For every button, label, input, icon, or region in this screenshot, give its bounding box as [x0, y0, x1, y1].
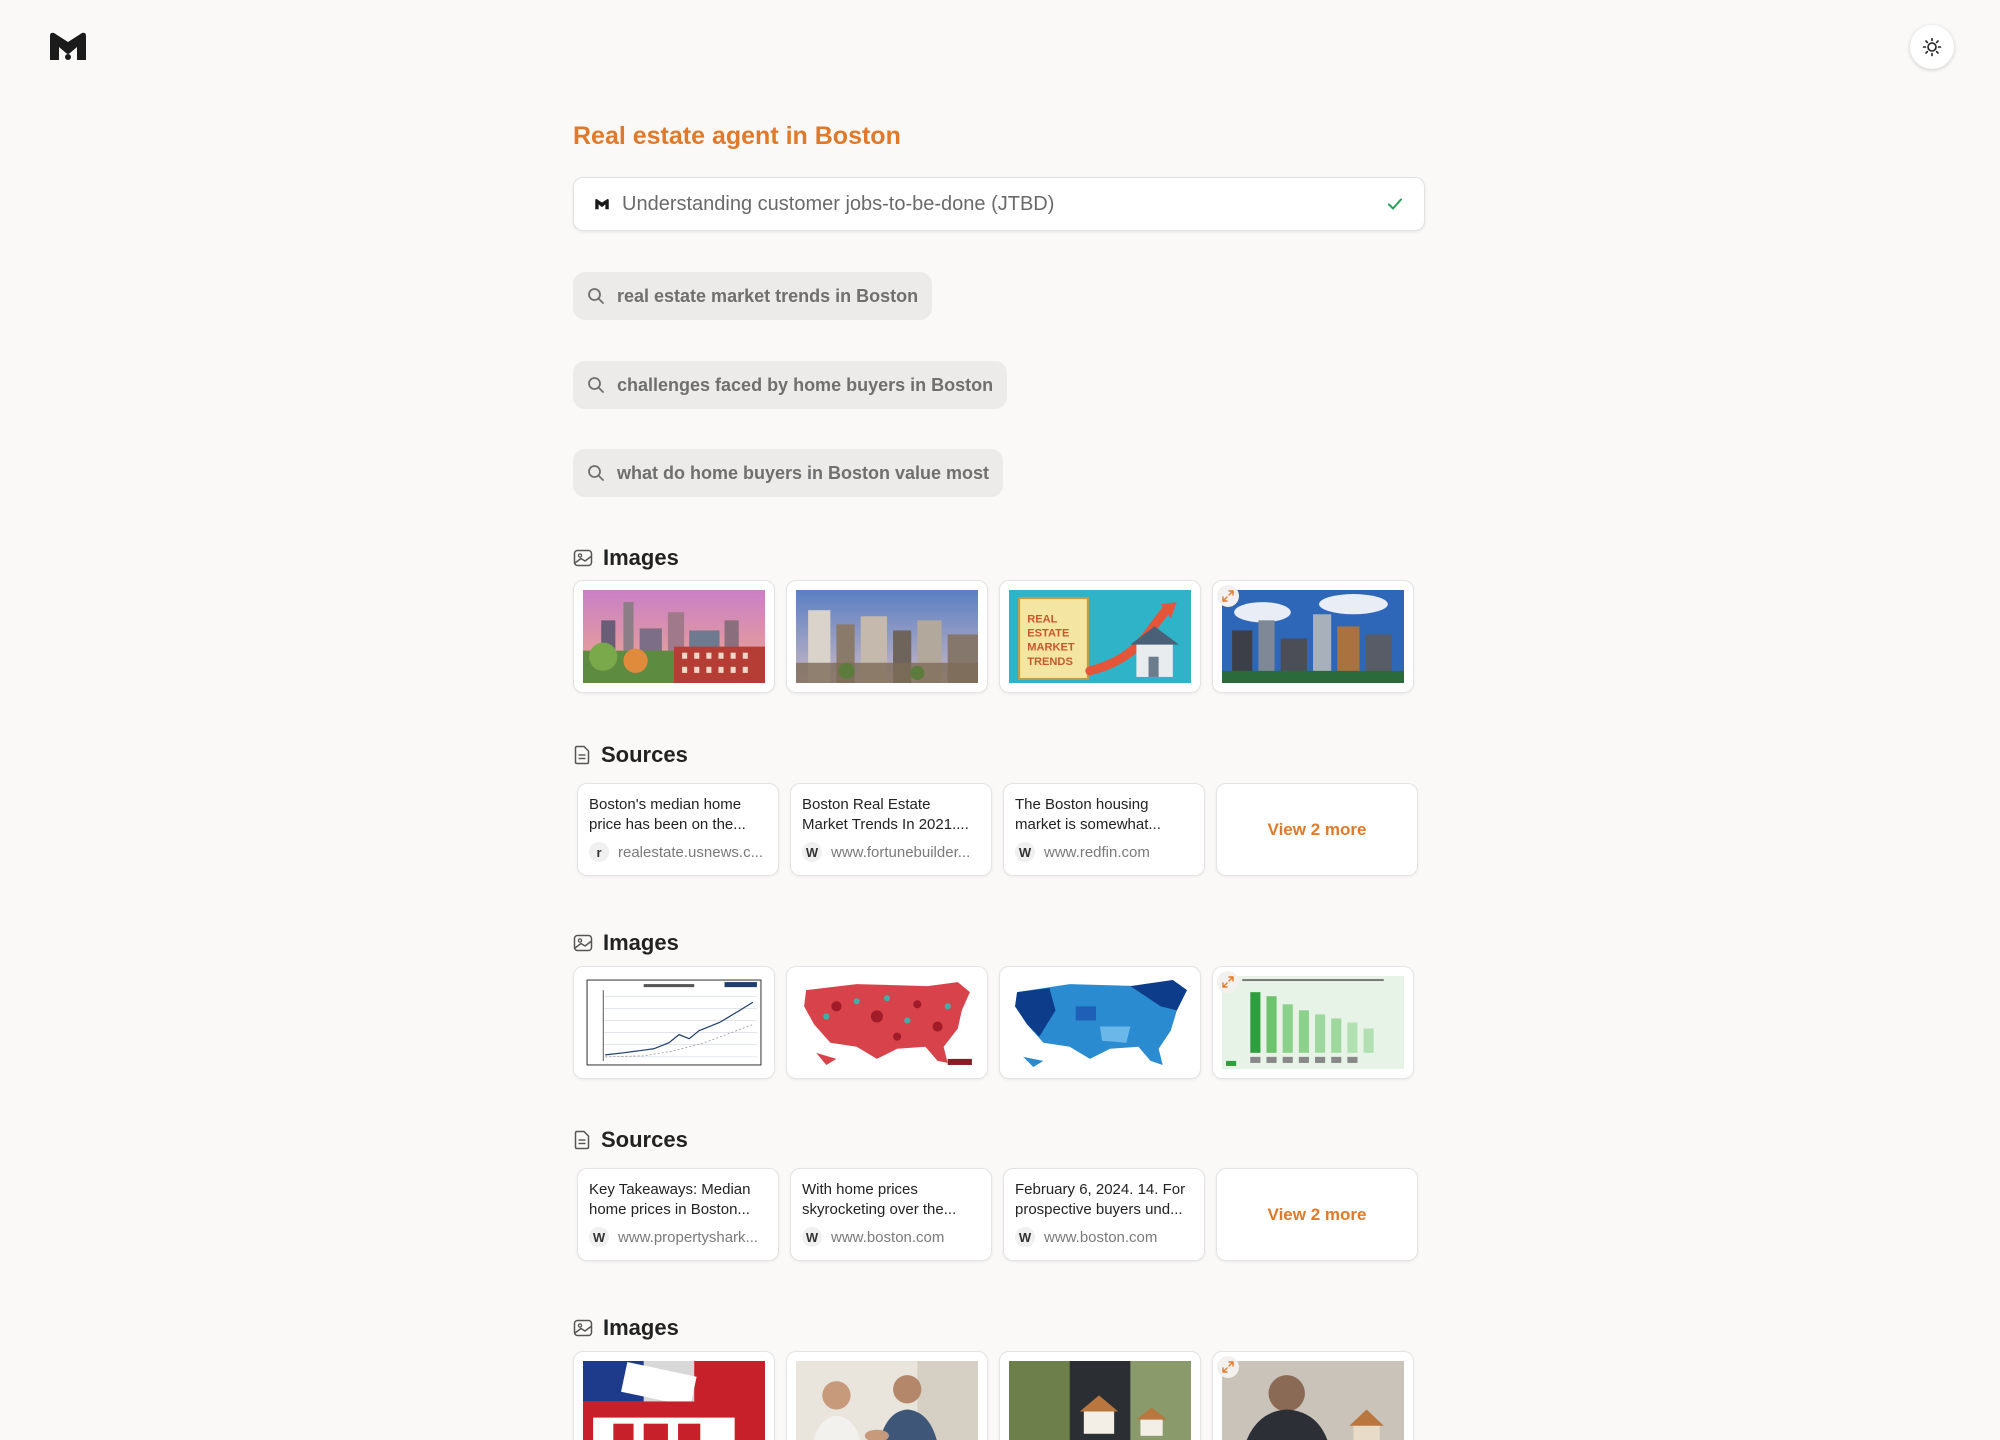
images-section-header: Images [573, 1315, 679, 1341]
source-card[interactable]: With home prices skyrocketing over the..… [790, 1168, 992, 1261]
image-row [573, 1351, 1414, 1440]
check-icon [1388, 198, 1402, 210]
site-favicon: W [589, 1227, 609, 1247]
source-snippet: Boston Real Estate Market Trends In 2021… [802, 796, 969, 833]
source-card[interactable]: The Boston housing market is somewhat...… [1003, 783, 1205, 876]
search-icon [588, 288, 604, 304]
source-domain: realestate.usnews.c... [618, 843, 764, 861]
thumb-text: REAL [1027, 613, 1057, 625]
search-icon [588, 377, 604, 393]
image-thumbnail[interactable] [573, 966, 775, 1079]
search-icon [588, 465, 604, 481]
query-title: Real estate agent in Boston [573, 122, 901, 150]
image-thumbnail[interactable] [1212, 966, 1414, 1079]
site-favicon: W [802, 1227, 822, 1247]
document-icon [574, 1130, 590, 1150]
source-card[interactable]: Key Takeaways: Median home prices in Bos… [577, 1168, 779, 1261]
m-logo-icon[interactable] [48, 30, 88, 62]
image-thumbnail[interactable] [999, 1351, 1201, 1440]
document-icon [574, 745, 590, 765]
source-domain: www.propertyshark... [618, 1228, 759, 1246]
theme-toggle-button[interactable] [1910, 25, 1954, 69]
source-domain: www.boston.com [1044, 1228, 1158, 1246]
section-title: Sources [601, 1127, 688, 1152]
image-thumbnail[interactable] [786, 966, 988, 1079]
view-more-label: View 2 more [1267, 819, 1367, 839]
source-row: Boston's median home price has been on t… [577, 783, 1418, 876]
search-query-text: challenges faced by home buyers in Bosto… [617, 374, 994, 395]
image-thumbnail[interactable] [1212, 580, 1414, 693]
search-query-pill[interactable]: real estate market trends in Boston [573, 272, 933, 320]
image-icon [573, 1319, 593, 1337]
view-more-button[interactable]: View 2 more [1216, 783, 1418, 876]
search-query-text: real estate market trends in Boston [617, 285, 919, 306]
image-icon [573, 549, 593, 567]
sources-section-header: Sources [573, 1127, 688, 1153]
site-favicon: W [1015, 1227, 1035, 1247]
view-more-label: View 2 more [1267, 1204, 1367, 1224]
site-favicon: r [589, 842, 609, 862]
expand-icon[interactable] [1217, 1356, 1239, 1378]
expand-icon[interactable] [1217, 971, 1239, 993]
search-query-text: what do home buyers in Boston value most [617, 462, 990, 483]
source-card[interactable]: Boston's median home price has been on t… [577, 783, 779, 876]
image-thumbnail[interactable] [999, 966, 1201, 1079]
image-thumbnail[interactable] [573, 580, 775, 693]
image-row: REAL ESTATE MARKET TRENDS [573, 580, 1414, 693]
view-more-button[interactable]: View 2 more [1216, 1168, 1418, 1261]
image-thumbnail[interactable] [786, 580, 988, 693]
search-query-pill[interactable]: what do home buyers in Boston value most [573, 449, 1004, 497]
site-favicon: W [802, 842, 822, 862]
section-title: Images [603, 1315, 679, 1340]
source-snippet: Key Takeaways: Median home prices in Bos… [589, 1181, 751, 1218]
source-card[interactable]: Boston Real Estate Market Trends In 2021… [790, 783, 992, 876]
image-row [573, 966, 1414, 1079]
source-domain: www.boston.com [831, 1228, 945, 1246]
site-favicon: W [1015, 842, 1035, 862]
images-section-header: Images [573, 545, 679, 571]
image-thumbnail[interactable] [786, 1351, 988, 1440]
section-title: Sources [601, 742, 688, 767]
image-icon [573, 934, 593, 952]
task-item[interactable]: Understanding customer jobs-to-be-done (… [573, 177, 1425, 231]
section-title: Images [603, 545, 679, 570]
sources-section-header: Sources [573, 742, 688, 768]
task-label: Understanding customer jobs-to-be-done (… [622, 192, 1055, 215]
source-domain: www.redfin.com [1044, 843, 1150, 861]
source-card[interactable]: February 6, 2024. 14. For prospective bu… [1003, 1168, 1205, 1261]
source-snippet: With home prices skyrocketing over the..… [802, 1181, 957, 1218]
image-thumbnail[interactable]: REAL ESTATE MARKET TRENDS [999, 580, 1201, 693]
search-query-pill[interactable]: challenges faced by home buyers in Bosto… [573, 361, 1008, 409]
source-row: Key Takeaways: Median home prices in Bos… [577, 1168, 1418, 1261]
sun-icon [1922, 37, 1942, 57]
images-section-header: Images [573, 930, 679, 956]
m-logo-icon [595, 199, 609, 210]
image-thumbnail[interactable] [573, 1351, 775, 1440]
source-snippet: February 6, 2024. 14. For prospective bu… [1015, 1181, 1186, 1218]
source-domain: www.fortunebuilder... [831, 843, 971, 861]
thumb-text: TRENDS [1027, 656, 1073, 668]
thumb-text: ESTATE [1027, 628, 1069, 640]
thumb-text: MARKET [1027, 642, 1075, 654]
section-title: Images [603, 930, 679, 955]
source-snippet: The Boston housing market is somewhat... [1015, 796, 1161, 833]
expand-icon[interactable] [1217, 585, 1239, 607]
image-thumbnail[interactable] [1212, 1351, 1414, 1440]
source-snippet: Boston's median home price has been on t… [589, 796, 746, 833]
